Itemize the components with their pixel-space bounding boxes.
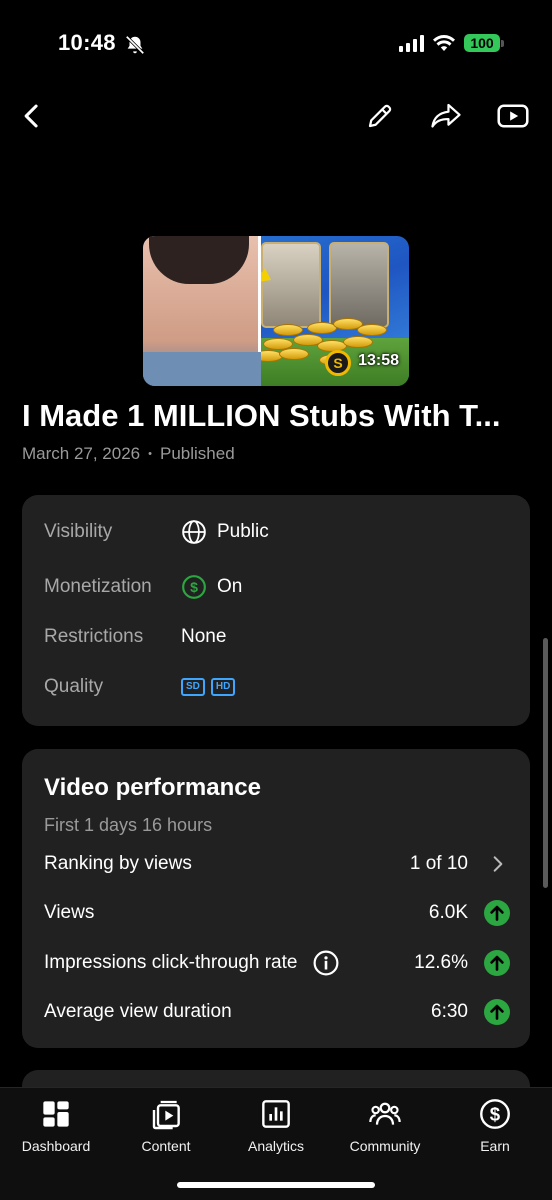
share-icon xyxy=(431,103,461,128)
status-bar: 10:48 100 xyxy=(0,0,552,90)
performance-title: Video performance xyxy=(44,774,261,801)
share-button[interactable] xyxy=(428,98,464,134)
nav-community-label: Community xyxy=(349,1138,421,1154)
publish-date: March 27, 2026 xyxy=(22,444,141,463)
ranking-label: Ranking by views xyxy=(44,853,192,874)
views-row: Views 6.0K xyxy=(44,898,510,928)
nav-earn-label: Earn xyxy=(480,1138,510,1154)
sd-badge: SD xyxy=(181,678,205,696)
video-meta: March 27, 2026 • Published xyxy=(22,444,235,464)
ctr-value: 12.6% xyxy=(414,952,468,973)
nav-analytics[interactable]: Analytics xyxy=(226,1096,326,1154)
ctr-row: Impressions click-through rate 12.6% xyxy=(44,948,510,978)
wifi-icon xyxy=(433,35,455,51)
performance-period: First 1 days 16 hours xyxy=(44,815,213,835)
restrictions-row[interactable]: Restrictions None xyxy=(44,622,226,652)
info-icon[interactable] xyxy=(313,950,339,976)
avg-view-duration-value: 6:30 xyxy=(431,1001,468,1022)
visibility-value: Public xyxy=(217,521,269,542)
monetization-row[interactable]: Monetization $ On xyxy=(44,572,242,602)
dollar-circle-icon: $ xyxy=(182,575,206,599)
stubs-logo: S xyxy=(325,350,351,376)
nav-content-label: Content xyxy=(141,1138,191,1154)
cellular-signal-icon xyxy=(399,34,424,52)
svg-text:$: $ xyxy=(190,579,198,595)
nav-analytics-label: Analytics xyxy=(247,1138,305,1154)
meta-separator: • xyxy=(148,448,152,460)
battery-level: 100 xyxy=(464,34,500,52)
video-title: I Made 1 MILLION Stubs With T... xyxy=(22,398,501,433)
home-indicator[interactable] xyxy=(177,1182,375,1188)
quality-row[interactable]: Quality SD HD xyxy=(44,672,241,702)
analytics-icon xyxy=(262,1100,290,1128)
trend-up-icon xyxy=(484,900,510,926)
content-icon xyxy=(152,1100,180,1130)
nav-content[interactable]: Content xyxy=(116,1096,216,1154)
status-time: 10:48 xyxy=(58,30,116,55)
bell-muted-icon xyxy=(125,35,145,55)
video-thumbnail[interactable]: S 13:58 xyxy=(143,236,409,386)
avg-view-duration-label: Average view duration xyxy=(44,1001,232,1022)
status-indicators: 100 xyxy=(399,34,504,52)
globe-icon xyxy=(182,520,206,544)
back-arrow-icon xyxy=(24,104,38,128)
back-button[interactable] xyxy=(14,98,50,134)
earn-icon: $ xyxy=(480,1099,510,1129)
ranking-row[interactable]: Ranking by views 1 of 10 xyxy=(44,849,510,879)
trend-up-icon xyxy=(484,950,510,976)
quality-label: Quality xyxy=(44,676,104,697)
nav-dashboard-label: Dashboard xyxy=(21,1138,91,1154)
hd-badge: HD xyxy=(210,678,236,696)
video-duration: 13:58 xyxy=(358,352,399,369)
ranking-value: 1 of 10 xyxy=(409,853,468,874)
visibility-row[interactable]: Visibility Public xyxy=(44,517,269,547)
chevron-right-icon xyxy=(493,856,503,872)
avg-view-duration-row: Average view duration 6:30 xyxy=(44,997,510,1027)
video-details-card[interactable]: Visibility Public Monetization $ On Rest… xyxy=(22,495,530,726)
pencil-icon xyxy=(368,104,392,128)
nav-dashboard[interactable]: Dashboard xyxy=(6,1096,106,1154)
dashboard-icon xyxy=(43,1101,69,1127)
nav-earn[interactable]: $ Earn xyxy=(445,1096,545,1154)
publish-status: Published xyxy=(160,444,235,463)
edit-button[interactable] xyxy=(362,98,398,134)
visibility-label: Visibility xyxy=(44,521,113,542)
svg-text:$: $ xyxy=(490,1104,501,1125)
scrollbar[interactable] xyxy=(543,638,548,888)
restrictions-value: None xyxy=(181,626,227,647)
monetization-label: Monetization xyxy=(44,576,152,597)
community-icon xyxy=(369,1102,401,1125)
views-value: 6.0K xyxy=(428,902,468,923)
video-performance-card[interactable]: Video performance First 1 days 16 hours … xyxy=(22,749,530,1048)
nav-community[interactable]: Community xyxy=(335,1096,435,1154)
battery-indicator: 100 xyxy=(464,34,504,52)
views-label: Views xyxy=(44,902,95,923)
ctr-label: Impressions click-through rate xyxy=(44,952,298,973)
open-in-youtube-button[interactable] xyxy=(495,98,531,134)
top-action-bar xyxy=(0,96,552,136)
trend-up-icon xyxy=(484,999,510,1025)
monetization-value: On xyxy=(217,576,243,597)
restrictions-label: Restrictions xyxy=(44,626,144,647)
youtube-icon xyxy=(497,104,529,128)
creator-face-image xyxy=(143,236,261,386)
